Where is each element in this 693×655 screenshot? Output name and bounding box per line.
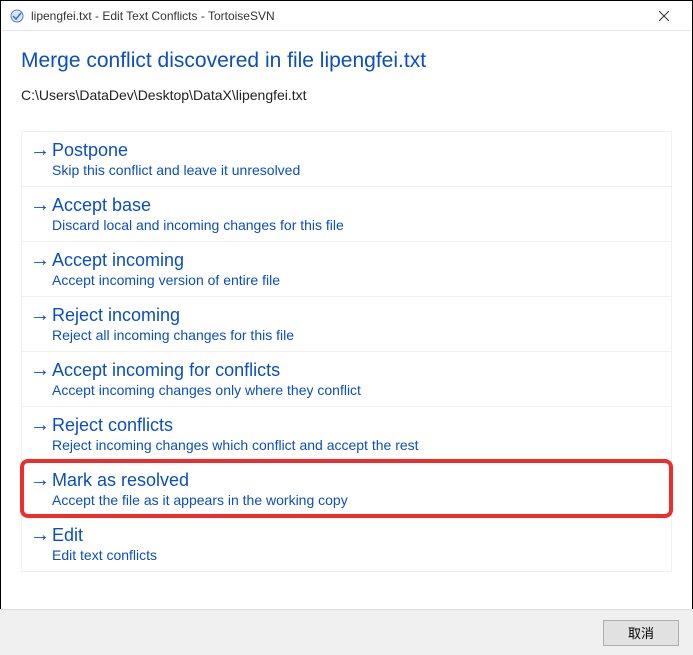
option-description: Reject incoming changes which conflict a… [52, 437, 661, 453]
option-description: Accept incoming changes only where they … [52, 382, 661, 398]
option-mark-as-resolved[interactable]: →Mark as resolvedAccept the file as it a… [22, 461, 671, 516]
option-text: Mark as resolvedAccept the file as it ap… [52, 468, 661, 508]
titlebar: lipengfei.txt - Edit Text Conflicts - To… [1, 1, 692, 31]
arrow-icon: → [28, 303, 52, 343]
option-description: Edit text conflicts [52, 547, 661, 563]
option-description: Accept the file as it appears in the wor… [52, 492, 661, 508]
arrow-icon: → [28, 193, 52, 233]
cancel-button[interactable]: 取消 [603, 620, 679, 646]
close-icon [659, 11, 669, 21]
option-description: Discard local and incoming changes for t… [52, 217, 661, 233]
arrow-icon: → [28, 138, 52, 178]
option-accept-base[interactable]: →Accept baseDiscard local and incoming c… [22, 186, 671, 241]
option-description: Reject all incoming changes for this fil… [52, 327, 661, 343]
arrow-icon: → [28, 248, 52, 288]
option-text: Accept incoming for conflictsAccept inco… [52, 358, 661, 398]
arrow-icon: → [28, 523, 52, 563]
arrow-icon: → [28, 468, 52, 508]
window-title: lipengfei.txt - Edit Text Conflicts - To… [31, 9, 644, 23]
option-text: Accept baseDiscard local and incoming ch… [52, 193, 661, 233]
option-title: Accept incoming for conflicts [52, 359, 661, 381]
option-text: Reject incomingReject all incoming chang… [52, 303, 661, 343]
option-text: PostponeSkip this conflict and leave it … [52, 138, 661, 178]
option-title: Reject conflicts [52, 414, 661, 436]
option-text: EditEdit text conflicts [52, 523, 661, 563]
option-title: Mark as resolved [52, 469, 661, 491]
option-title: Edit [52, 524, 661, 546]
option-accept-incoming[interactable]: →Accept incomingAccept incoming version … [22, 241, 671, 296]
app-icon [9, 8, 25, 24]
option-reject-incoming[interactable]: →Reject incomingReject all incoming chan… [22, 296, 671, 351]
option-accept-incoming-for-conflicts[interactable]: →Accept incoming for conflictsAccept inc… [22, 351, 671, 406]
option-description: Skip this conflict and leave it unresolv… [52, 162, 661, 178]
option-text: Accept incomingAccept incoming version o… [52, 248, 661, 288]
option-edit[interactable]: →EditEdit text conflicts [22, 516, 671, 571]
option-title: Accept incoming [52, 249, 661, 271]
arrow-icon: → [28, 358, 52, 398]
option-text: Reject conflictsReject incoming changes … [52, 413, 661, 453]
option-postpone[interactable]: →PostponeSkip this conflict and leave it… [22, 132, 671, 186]
page-title: Merge conflict discovered in file lipeng… [21, 49, 672, 73]
dialog-footer: 取消 [0, 609, 693, 655]
option-reject-conflicts[interactable]: →Reject conflictsReject incoming changes… [22, 406, 671, 461]
option-description: Accept incoming version of entire file [52, 272, 661, 288]
close-button[interactable] [644, 2, 684, 30]
option-title: Accept base [52, 194, 661, 216]
dialog-content: Merge conflict discovered in file lipeng… [1, 31, 692, 582]
option-title: Postpone [52, 139, 661, 161]
option-title: Reject incoming [52, 304, 661, 326]
file-path: C:\Users\DataDev\Desktop\DataX\lipengfei… [21, 87, 672, 103]
options-list: →PostponeSkip this conflict and leave it… [21, 131, 672, 572]
arrow-icon: → [28, 413, 52, 453]
